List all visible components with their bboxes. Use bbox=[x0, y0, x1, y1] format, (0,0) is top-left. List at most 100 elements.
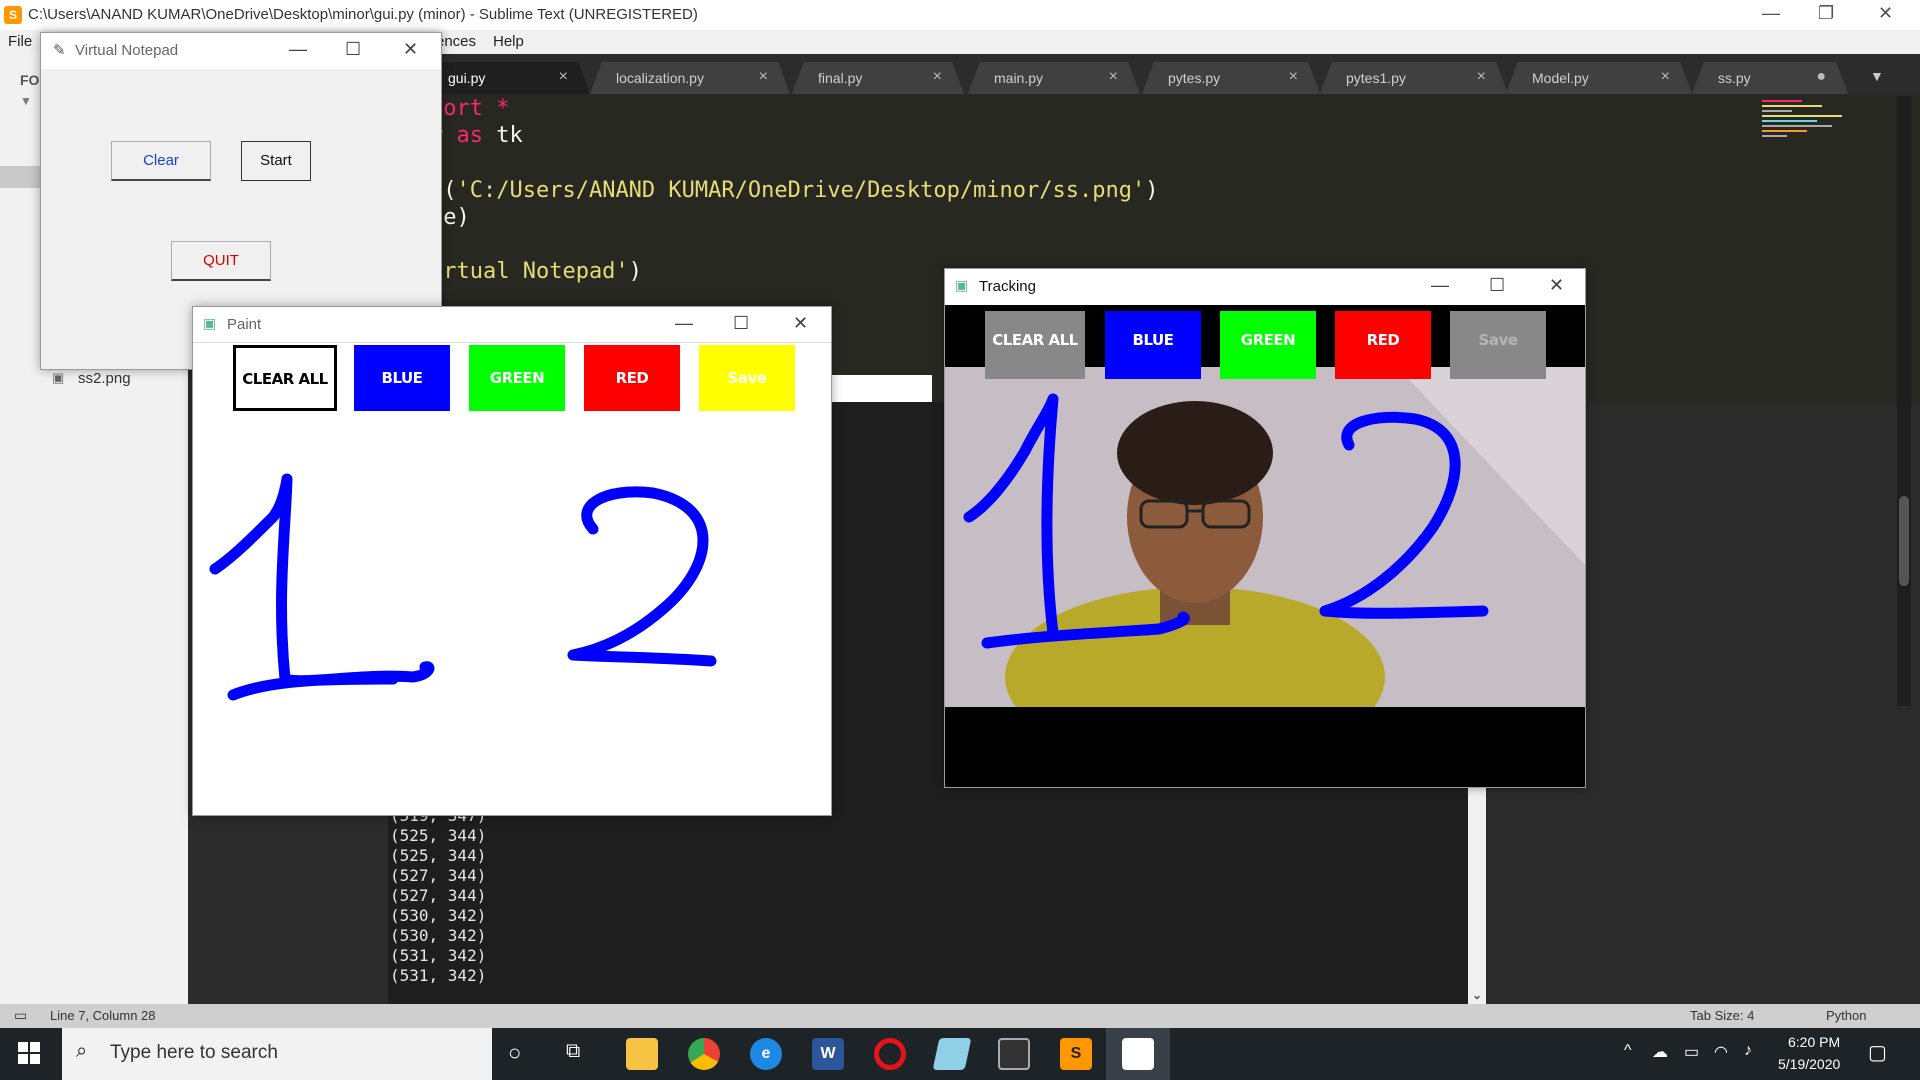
tab-unsaved-dot-icon[interactable]: ● bbox=[1816, 68, 1826, 86]
sublime-window-title: C:\Users\ANAND KUMAR\OneDrive\Desktop\mi… bbox=[28, 6, 698, 23]
minimize-icon[interactable]: — bbox=[675, 313, 693, 334]
maximize-icon[interactable]: ☐ bbox=[733, 313, 749, 334]
minimize-icon[interactable]: — bbox=[289, 39, 307, 60]
console-line: (527, 344) bbox=[390, 886, 487, 905]
status-syntax[interactable]: Python bbox=[1826, 1008, 1866, 1023]
minimap[interactable] bbox=[1760, 96, 1850, 146]
console-line: (525, 344) bbox=[390, 846, 487, 865]
tracking-titlebar: ▣ Tracking — ☐ ✕ bbox=[945, 269, 1585, 305]
folder-expand-icon[interactable]: ▼ bbox=[20, 94, 32, 108]
tab-model-py[interactable]: Model.py × bbox=[1506, 62, 1692, 94]
tab-main-py[interactable]: main.py × bbox=[968, 62, 1140, 94]
battery-icon[interactable]: ▭ bbox=[1684, 1042, 1699, 1062]
tab-close-icon[interactable]: × bbox=[1109, 68, 1118, 86]
console-line: (525, 344) bbox=[390, 826, 487, 845]
tab-overflow-icon[interactable]: ▼ bbox=[1870, 68, 1884, 84]
status-position: Line 7, Column 28 bbox=[50, 1008, 156, 1023]
console-line: (527, 344) bbox=[390, 866, 487, 885]
sublime-titlebar: S C:\Users\ANAND KUMAR\OneDrive\Desktop\… bbox=[0, 0, 1920, 30]
tracking-overlay bbox=[963, 393, 1489, 649]
cortana-icon[interactable]: ○ bbox=[508, 1040, 521, 1066]
paint-green-button[interactable]: GREEN bbox=[469, 345, 565, 411]
code-text: ) bbox=[628, 259, 642, 284]
sidebar-file-ss2[interactable]: ss2.png bbox=[78, 370, 131, 387]
menu-preferences[interactable]: ences bbox=[436, 33, 476, 50]
notification-icon[interactable]: ▢ bbox=[1868, 1040, 1887, 1065]
tab-final-py[interactable]: final.py × bbox=[792, 62, 964, 94]
sticky-notes-icon[interactable] bbox=[932, 1038, 972, 1070]
tab-close-icon[interactable]: × bbox=[559, 68, 568, 86]
tracking-window: ▣ Tracking — ☐ ✕ CLEAR ALL BLUE GREEN RE… bbox=[944, 268, 1586, 788]
tracking-title: Tracking bbox=[979, 278, 1036, 295]
tab-gui-py[interactable]: gui.py × bbox=[430, 62, 590, 94]
minimize-icon[interactable]: — bbox=[1431, 275, 1449, 296]
console-divider bbox=[818, 375, 932, 403]
tab-pytes-py[interactable]: pytes.py × bbox=[1142, 62, 1320, 94]
app-window-icon: ▣ bbox=[955, 277, 969, 293]
tab-close-icon[interactable]: × bbox=[1661, 68, 1670, 86]
scroll-thumb[interactable] bbox=[1899, 496, 1909, 586]
clock-date[interactable]: 5/19/2020 bbox=[1778, 1056, 1840, 1072]
close-icon[interactable]: ✕ bbox=[793, 313, 808, 334]
search-icon: ⌕ bbox=[76, 1040, 88, 1062]
restore-icon[interactable]: ❐ bbox=[1818, 3, 1834, 24]
minimize-icon[interactable]: — bbox=[1762, 3, 1780, 24]
console-line: (531, 342) bbox=[390, 966, 487, 985]
notepad-title: Virtual Notepad bbox=[75, 42, 179, 59]
paint-canvas[interactable] bbox=[193, 417, 831, 815]
paint-blue-button[interactable]: BLUE bbox=[354, 345, 450, 411]
folders-header: FO bbox=[20, 72, 40, 88]
maximize-icon[interactable]: ☐ bbox=[1489, 275, 1505, 296]
edge-icon[interactable]: e bbox=[750, 1038, 782, 1070]
paint-red-button[interactable]: RED bbox=[584, 345, 680, 411]
tab-ss-py[interactable]: ss.py ● bbox=[1692, 62, 1848, 94]
close-icon[interactable]: ✕ bbox=[1878, 3, 1893, 24]
clear-button[interactable]: Clear bbox=[111, 141, 211, 181]
console-line: (530, 342) bbox=[390, 926, 487, 945]
code-text: * bbox=[482, 96, 510, 121]
close-icon[interactable]: ✕ bbox=[403, 39, 418, 60]
onedrive-icon[interactable]: ☁ bbox=[1652, 1042, 1668, 1062]
terminal-icon[interactable] bbox=[998, 1038, 1030, 1070]
tab-close-icon[interactable]: × bbox=[1289, 68, 1298, 86]
chevron-up-icon[interactable]: ^ bbox=[1624, 1042, 1632, 1060]
sublime-logo-icon: S bbox=[4, 6, 22, 24]
code-string: irtual Notepad' bbox=[430, 259, 629, 284]
editor-scrollbar[interactable] bbox=[1897, 96, 1911, 706]
drawn-digit-2 bbox=[567, 486, 717, 667]
word-icon[interactable]: W bbox=[812, 1038, 844, 1070]
menu-help[interactable]: Help bbox=[493, 33, 524, 50]
taskbar-search-box[interactable]: ⌕ Type here to search bbox=[62, 1028, 492, 1080]
console-toggle-icon[interactable]: ▭ bbox=[14, 1007, 27, 1024]
sublime-tabbar: gui.py × localization.py × final.py × main.… bbox=[430, 54, 1920, 94]
paint-save-button[interactable]: Save bbox=[699, 345, 795, 411]
chrome-icon[interactable] bbox=[688, 1038, 720, 1070]
start-button[interactable]: Start bbox=[241, 141, 311, 181]
tab-close-icon[interactable]: × bbox=[759, 68, 768, 86]
paint-clear-all-button[interactable]: CLEAR ALL bbox=[233, 345, 337, 411]
search-placeholder: Type here to search bbox=[110, 1042, 278, 1063]
scroll-down-icon[interactable]: ⌄ bbox=[1472, 988, 1482, 1002]
task-view-icon[interactable]: ⧉ bbox=[566, 1040, 580, 1063]
app-window-icon: ▣ bbox=[203, 315, 217, 331]
clock-time[interactable]: 6:20 PM bbox=[1788, 1034, 1840, 1050]
maximize-icon[interactable]: ☐ bbox=[345, 39, 361, 60]
close-icon[interactable]: ✕ bbox=[1549, 275, 1564, 296]
menu-file[interactable]: File bbox=[8, 33, 32, 50]
tab-close-icon[interactable]: × bbox=[1477, 68, 1486, 86]
windows-start-icon[interactable] bbox=[18, 1042, 40, 1064]
tab-pytes1-py[interactable]: pytes1.py × bbox=[1320, 62, 1508, 94]
notepad-taskbar-icon[interactable] bbox=[1122, 1038, 1154, 1070]
file-explorer-icon[interactable] bbox=[626, 1038, 658, 1070]
tab-close-icon[interactable]: × bbox=[933, 68, 942, 86]
code-text: ) bbox=[1145, 178, 1159, 203]
volume-icon[interactable]: ♪ bbox=[1744, 1042, 1752, 1060]
paint-title: Paint bbox=[227, 316, 262, 333]
opera-icon[interactable] bbox=[874, 1038, 906, 1070]
quit-button[interactable]: QUIT bbox=[171, 241, 271, 281]
tab-localization-py[interactable]: localization.py × bbox=[590, 62, 790, 94]
status-tab-size[interactable]: Tab Size: 4 bbox=[1690, 1008, 1754, 1023]
wifi-icon[interactable]: ◠ bbox=[1714, 1042, 1728, 1062]
sublime-taskbar-icon[interactable]: S bbox=[1060, 1038, 1092, 1070]
tracked-digit-1 bbox=[963, 393, 1190, 649]
